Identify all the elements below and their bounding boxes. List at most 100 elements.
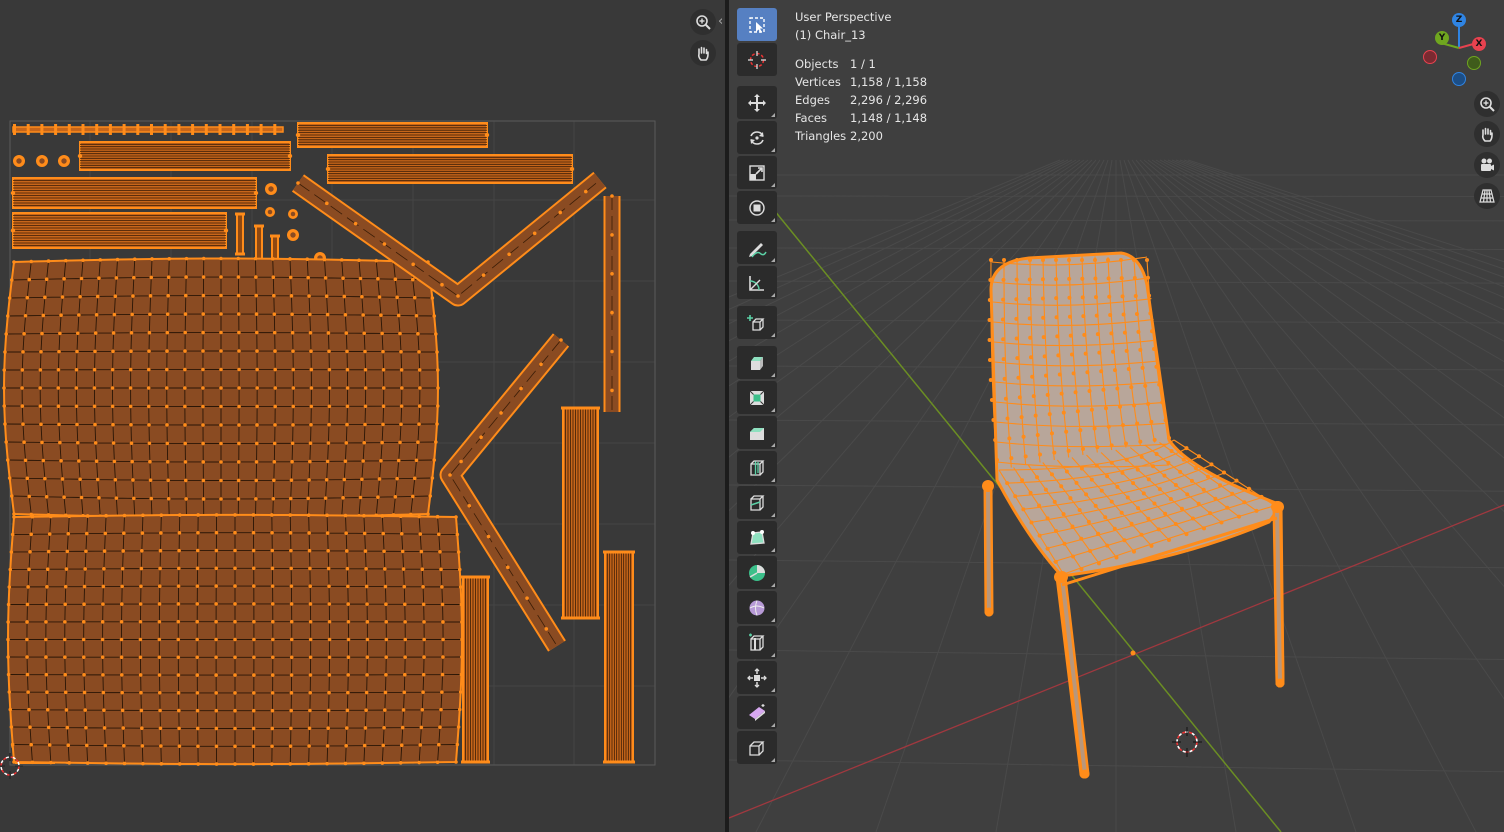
chair-shell bbox=[987, 251, 1284, 577]
uv-canvas[interactable] bbox=[0, 0, 725, 832]
submenu-corner-icon bbox=[771, 293, 775, 297]
stat-label: Faces bbox=[795, 111, 827, 125]
tool-smooth[interactable] bbox=[737, 591, 777, 624]
stat-row-vertices: Vertices 1,158 / 1,158 bbox=[795, 73, 927, 91]
uv-strip-5 bbox=[10, 212, 229, 249]
uv-strip-1 bbox=[295, 122, 490, 148]
chair-mesh bbox=[982, 251, 1285, 779]
tool-edge-slide[interactable] bbox=[737, 626, 777, 659]
rip-icon bbox=[749, 740, 765, 756]
uv-island-leg-strip-2 bbox=[603, 550, 635, 764]
select-box-icon bbox=[749, 16, 765, 33]
submenu-corner-icon bbox=[771, 443, 775, 447]
uv-cap-5 bbox=[265, 207, 275, 217]
uv-island-leg-strip-1 bbox=[561, 406, 600, 620]
tool-rotate[interactable] bbox=[737, 121, 777, 154]
chair-leg-back-left bbox=[982, 480, 994, 617]
tool-transform[interactable] bbox=[737, 191, 777, 224]
submenu-corner-icon bbox=[771, 408, 775, 412]
tool-cursor[interactable] bbox=[737, 43, 777, 76]
collapse-arrow-icon[interactable]: ‹ bbox=[718, 14, 723, 29]
uv-top-strip bbox=[12, 124, 284, 135]
shrink-fatten-icon bbox=[747, 667, 767, 688]
bevel-icon bbox=[750, 427, 764, 440]
gizmo-y-axis[interactable]: Y bbox=[1435, 31, 1449, 45]
stat-row-objects: Objects 1 / 1 bbox=[795, 55, 927, 73]
viewport-pan-button[interactable] bbox=[1474, 121, 1500, 147]
tool-shear[interactable] bbox=[737, 696, 777, 729]
gizmo-neg-z-axis[interactable] bbox=[1452, 72, 1466, 86]
tool-annotate[interactable] bbox=[737, 231, 777, 264]
submenu-corner-icon bbox=[771, 583, 775, 587]
gizmo-z-axis[interactable]: Z bbox=[1452, 13, 1466, 27]
mesh-statistics: Objects 1 / 1 Vertices 1,158 / 1,158 Edges 2,… bbox=[795, 55, 927, 145]
tool-extrude[interactable] bbox=[737, 346, 777, 379]
stat-value: 1,158 / 1,158 bbox=[850, 75, 928, 89]
viewport-camera-button[interactable] bbox=[1474, 152, 1500, 178]
submenu-corner-icon bbox=[771, 148, 775, 152]
viewport-zoom-button[interactable] bbox=[1474, 91, 1500, 117]
tool-move[interactable] bbox=[737, 86, 777, 119]
uv-islands bbox=[2, 122, 635, 766]
stat-value: 2,200 bbox=[850, 129, 883, 143]
tool-spin[interactable] bbox=[737, 556, 777, 589]
tool-loop-cut[interactable] bbox=[737, 451, 777, 484]
cursor-icon bbox=[748, 50, 766, 69]
submenu-corner-icon bbox=[771, 373, 775, 377]
navigation-gizmo[interactable]: Z Y X bbox=[1419, 10, 1499, 90]
uv-pan-button[interactable] bbox=[690, 40, 716, 66]
loop-cut-icon bbox=[750, 459, 765, 476]
submenu-corner-icon bbox=[771, 513, 775, 517]
uv-strip-4 bbox=[10, 177, 259, 209]
gizmo-neg-y-axis[interactable] bbox=[1467, 56, 1481, 70]
rotate-icon bbox=[750, 130, 764, 145]
submenu-corner-icon bbox=[771, 183, 775, 187]
submenu-corner-icon bbox=[771, 723, 775, 727]
uv-strip-2 bbox=[77, 141, 293, 171]
submenu-corner-icon bbox=[771, 548, 775, 552]
stat-row-faces: Faces 1,148 / 1,148 bbox=[795, 109, 927, 127]
active-object-name: (1) Chair_13 bbox=[795, 28, 866, 42]
stat-value: 2,296 / 2,296 bbox=[850, 93, 928, 107]
uv-strip-3 bbox=[325, 154, 575, 184]
submenu-corner-icon bbox=[771, 688, 775, 692]
uv-cap-1 bbox=[13, 155, 25, 167]
3d-cursor bbox=[1172, 727, 1202, 757]
shear-icon bbox=[749, 703, 765, 721]
tool-inset[interactable] bbox=[737, 381, 777, 414]
gizmo-neg-x-axis[interactable] bbox=[1423, 50, 1437, 64]
submenu-corner-icon bbox=[771, 113, 775, 117]
viewport-perspective-button[interactable] bbox=[1474, 183, 1500, 209]
tool-knife[interactable] bbox=[737, 486, 777, 519]
3d-viewport[interactable]: User Perspective (1) Chair_13 Objects 1 /… bbox=[729, 0, 1504, 832]
tool-bevel[interactable] bbox=[737, 416, 777, 449]
spin-icon bbox=[749, 564, 765, 581]
gizmo-x-axis[interactable]: X bbox=[1472, 37, 1486, 51]
smooth-icon bbox=[749, 599, 765, 616]
uv-island-seat bbox=[2, 256, 440, 520]
tool-poly-build[interactable] bbox=[737, 521, 777, 554]
zoom-in-icon bbox=[696, 15, 711, 30]
inset-icon bbox=[749, 390, 765, 405]
tool-rip[interactable] bbox=[737, 731, 777, 764]
edge-slide-icon bbox=[749, 633, 765, 651]
hand-icon bbox=[697, 46, 709, 61]
uv-editor-panel[interactable]: ‹ bbox=[0, 0, 725, 832]
tool-scale[interactable] bbox=[737, 156, 777, 189]
tool-measure[interactable] bbox=[737, 266, 777, 299]
tool-shrink-fatten[interactable] bbox=[737, 661, 777, 694]
tool-select-box[interactable] bbox=[737, 8, 777, 41]
stat-label: Objects bbox=[795, 57, 839, 71]
poly-build-icon bbox=[750, 529, 765, 545]
zoom-in-icon bbox=[1480, 97, 1495, 112]
extrude-icon bbox=[751, 356, 763, 370]
scale-icon bbox=[749, 164, 765, 181]
uv-zoom-button[interactable] bbox=[690, 9, 716, 35]
tool-add-cube[interactable] bbox=[737, 306, 777, 339]
camera-icon bbox=[1481, 158, 1494, 171]
submenu-corner-icon bbox=[771, 478, 775, 482]
uv-island-rail-1 bbox=[603, 194, 621, 412]
submenu-corner-icon bbox=[771, 218, 775, 222]
submenu-corner-icon bbox=[771, 618, 775, 622]
uv-cap-2 bbox=[36, 155, 48, 167]
